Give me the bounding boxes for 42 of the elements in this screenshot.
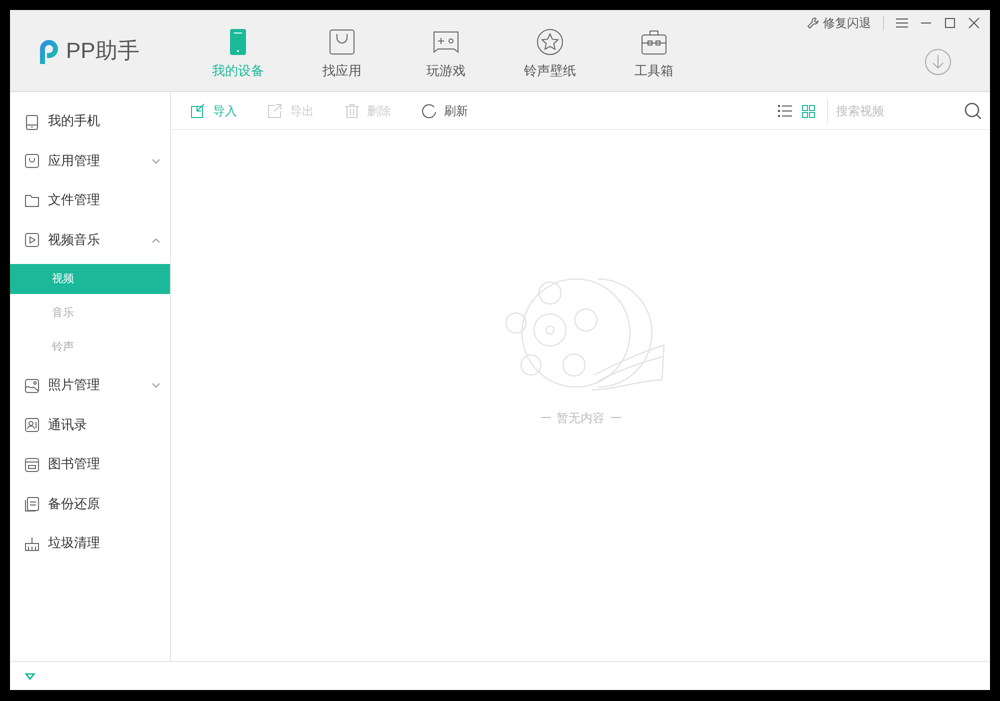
folder-icon [24,192,40,209]
maximize-icon[interactable] [944,17,956,29]
contact-icon [24,417,40,434]
wrench-icon [807,17,819,29]
basket-icon [24,536,40,552]
refresh-icon [421,102,437,118]
sidebar-item[interactable]: 我的手机 [10,102,170,142]
sidebar-item[interactable]: 视频音乐 [10,220,170,260]
sidebar-item[interactable]: 垃圾清理 [10,524,170,564]
toolbox-icon [640,28,668,56]
import-icon [190,102,206,118]
repair-button[interactable]: 修复闪退 [807,14,871,32]
image-icon [24,378,40,394]
menu-icon[interactable] [896,18,908,28]
search-icon[interactable] [964,102,982,120]
trash-icon [344,102,360,118]
sidebar-item[interactable]: 图书管理 [10,445,170,484]
bag-icon [328,28,356,56]
nav-tab[interactable]: 玩游戏 [394,10,498,91]
sidebar-item[interactable]: 应用管理 [10,142,170,181]
app-logo-text: PP助手 [66,37,140,65]
sidebar-item[interactable]: 文件管理 [10,181,170,220]
export-icon [267,102,283,118]
book-icon [24,456,40,473]
nav-tab[interactable]: 找应用 [290,10,394,91]
chevron-icon [152,238,160,243]
toolbar-button[interactable]: 刷新 [421,102,468,120]
list-icon [777,104,793,118]
phone-icon [24,114,40,130]
grid-icon [801,104,817,118]
sidebar-item[interactable]: 照片管理 [10,366,170,406]
document-icon [24,496,40,512]
nav-tab[interactable]: 工具箱 [602,10,706,91]
chevron-icon [152,158,160,164]
sidebar-item[interactable]: 通讯录 [10,406,170,445]
chevron-icon [152,383,160,388]
play-icon [24,232,40,248]
sidebar-item[interactable]: 备份还原 [10,484,170,524]
close-icon[interactable] [968,17,980,29]
bag-icon [24,153,40,170]
nav-tab[interactable]: 铃声壁纸 [498,10,602,91]
empty-state-text: 暂无内容 [556,410,604,426]
